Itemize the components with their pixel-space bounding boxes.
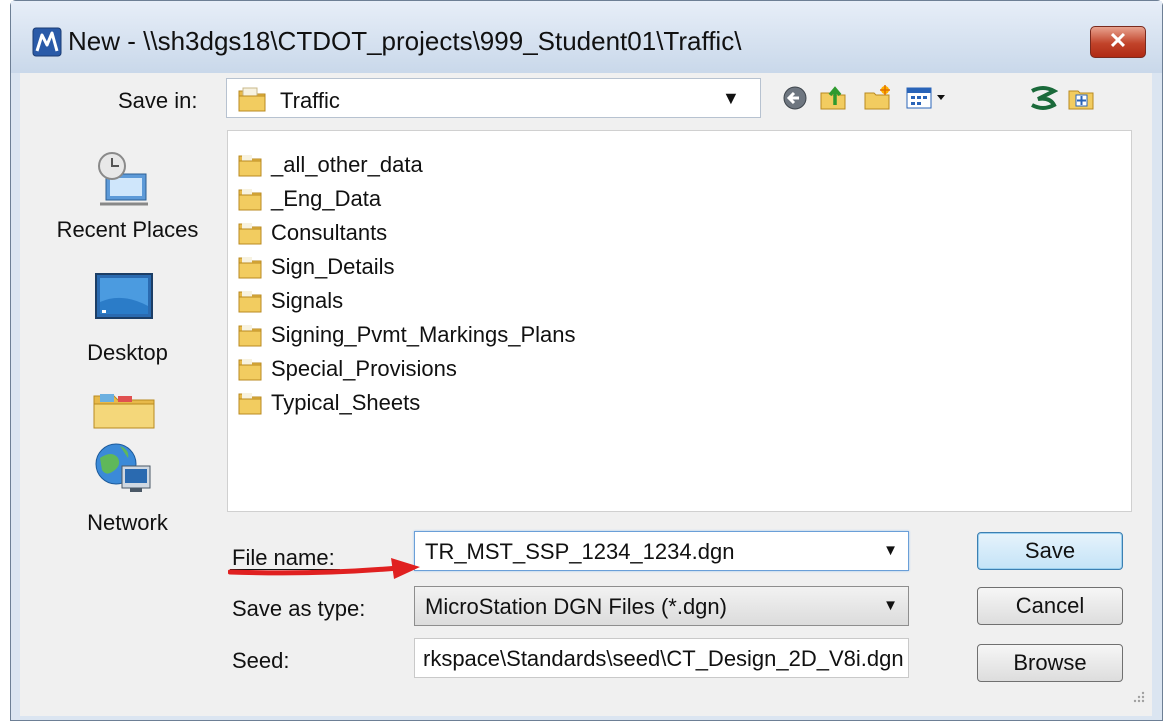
folder-icon bbox=[238, 291, 262, 313]
save-as-type-value: MicroStation DGN Files (*.dgn) bbox=[425, 594, 727, 619]
seed-label: Seed: bbox=[232, 648, 290, 673]
folder-name: _all_other_data bbox=[271, 152, 423, 177]
save-in-label: Save in: bbox=[118, 88, 198, 113]
seed-value: rkspace\Standards\seed\CT_Design_2D_V8i.… bbox=[423, 646, 903, 671]
folder-name: Signing_Pvmt_Markings_Plans bbox=[271, 322, 576, 347]
projectwise-icon[interactable] bbox=[1028, 83, 1059, 113]
save-as-type-dropdown[interactable]: MicroStation DGN Files (*.dgn) ▼ bbox=[414, 586, 909, 626]
folder-icon bbox=[238, 257, 262, 279]
folder-icon bbox=[238, 155, 262, 177]
close-icon: ✕ bbox=[1108, 28, 1128, 53]
folder-icon bbox=[238, 359, 262, 381]
properties-icon[interactable] bbox=[1066, 83, 1096, 113]
folder-name: Consultants bbox=[271, 220, 388, 245]
window-title: New - \\sh3dgs18\CTDOT_projects\999_Stud… bbox=[68, 26, 742, 56]
seed-field[interactable]: rkspace\Standards\seed\CT_Design_2D_V8i.… bbox=[414, 638, 909, 678]
up-folder-icon[interactable] bbox=[818, 83, 848, 113]
folder-name: Typical_Sheets bbox=[271, 390, 421, 415]
folder-name: Signals bbox=[271, 288, 344, 313]
folder-icon bbox=[238, 223, 262, 245]
new-folder-icon[interactable] bbox=[862, 83, 892, 113]
close-button[interactable]: ✕ bbox=[1090, 26, 1146, 58]
desktop-icon[interactable] bbox=[92, 272, 156, 333]
folder-name: _Eng_Data bbox=[271, 186, 382, 211]
recent-places-icon[interactable] bbox=[92, 146, 156, 215]
recent-places-label[interactable]: Recent Places bbox=[30, 217, 225, 243]
folder-icon bbox=[238, 189, 262, 211]
network-icon[interactable] bbox=[92, 436, 156, 505]
libraries-folder-icon[interactable] bbox=[92, 390, 156, 435]
microstation-app-icon bbox=[32, 27, 62, 57]
desktop-label[interactable]: Desktop bbox=[30, 340, 225, 366]
file-name-input[interactable]: TR_MST_SSP_1234_1234.dgn ▼ bbox=[414, 531, 909, 571]
save-in-value: Traffic bbox=[280, 88, 340, 113]
resize-grip-icon[interactable] bbox=[1130, 688, 1146, 704]
chevron-down-icon[interactable]: ▼ bbox=[722, 88, 740, 109]
folder-name: Sign_Details bbox=[271, 254, 395, 279]
cancel-button[interactable]: Cancel bbox=[977, 587, 1123, 625]
annotation-arrow-icon bbox=[227, 555, 428, 590]
chevron-down-icon[interactable]: ▼ bbox=[883, 597, 898, 614]
back-icon[interactable] bbox=[780, 83, 810, 113]
chevron-down-icon[interactable]: ▼ bbox=[883, 542, 898, 559]
folder-icon bbox=[238, 393, 262, 415]
view-menu-icon[interactable] bbox=[904, 83, 950, 113]
folder-icon bbox=[238, 325, 262, 347]
save-as-type-label: Save as type: bbox=[232, 596, 366, 621]
folder-icon bbox=[237, 85, 267, 118]
file-name-value: TR_MST_SSP_1234_1234.dgn bbox=[425, 539, 735, 564]
browse-button[interactable]: Browse bbox=[977, 644, 1123, 682]
network-label[interactable]: Network bbox=[30, 510, 225, 536]
save-button[interactable]: Save bbox=[977, 532, 1123, 570]
folder-name: Special_Provisions bbox=[271, 356, 457, 381]
